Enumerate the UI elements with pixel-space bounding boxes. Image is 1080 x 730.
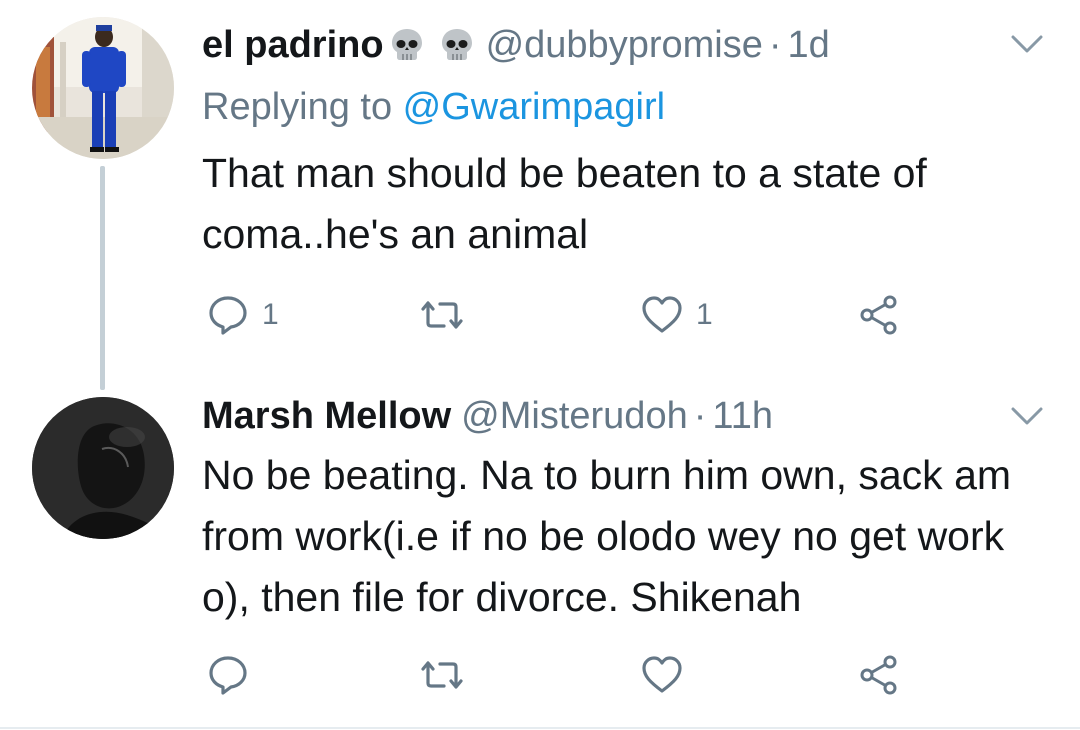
retweet-button[interactable] [420, 290, 476, 340]
skull-icon [438, 26, 476, 64]
user-handle[interactable]: @dubbypromise [486, 22, 763, 68]
chevron-down-icon[interactable] [1010, 32, 1044, 56]
tweet-header: el padrino @dubbypromise · 1d [202, 22, 830, 68]
tweet-actions: 1 1 [202, 290, 922, 340]
share-icon [860, 295, 897, 335]
reply-icon [209, 296, 247, 335]
retweet-icon [421, 301, 463, 329]
mention-link[interactable]: @Gwarimpagirl [403, 86, 665, 128]
tweet-actions [202, 650, 922, 700]
chevron-down-icon[interactable] [1010, 404, 1044, 428]
tweet-header: Marsh Mellow @Misterudoh · 11h [202, 393, 773, 439]
reply-icon [209, 656, 247, 695]
display-name[interactable]: el padrino [202, 22, 384, 68]
thread-connector-line [100, 166, 105, 390]
display-name[interactable]: Marsh Mellow [202, 393, 451, 439]
like-button[interactable] [640, 650, 696, 700]
heart-icon [642, 296, 682, 333]
reply-count: 1 [262, 298, 279, 331]
user-handle[interactable]: @Misterudoh [461, 393, 688, 439]
retweet-button[interactable] [420, 650, 476, 700]
separator-dot: · [693, 395, 707, 437]
heart-icon [642, 656, 682, 693]
tweet-text: No be beating. Na to burn him own, sack … [202, 452, 1012, 620]
replying-to: Replying to @Gwarimpagirl [202, 84, 665, 130]
like-button[interactable]: 1 [640, 290, 713, 340]
separator-dot: · [768, 24, 782, 66]
avatar[interactable] [32, 397, 174, 539]
tweet-text: That man should be beaten to a state of … [202, 150, 927, 257]
share-button[interactable] [858, 290, 902, 340]
skull-icon [388, 26, 426, 64]
retweet-icon [421, 661, 463, 689]
reply-button[interactable]: 1 [206, 290, 279, 340]
avatar[interactable] [32, 17, 174, 159]
replying-prefix: Replying to [202, 86, 403, 128]
bottom-divider [0, 727, 1080, 729]
like-count: 1 [696, 298, 713, 331]
share-icon [860, 655, 897, 695]
share-button[interactable] [858, 650, 902, 700]
timestamp[interactable]: 11h [712, 393, 773, 439]
timestamp[interactable]: 1d [788, 22, 830, 68]
reply-button[interactable] [206, 650, 262, 700]
